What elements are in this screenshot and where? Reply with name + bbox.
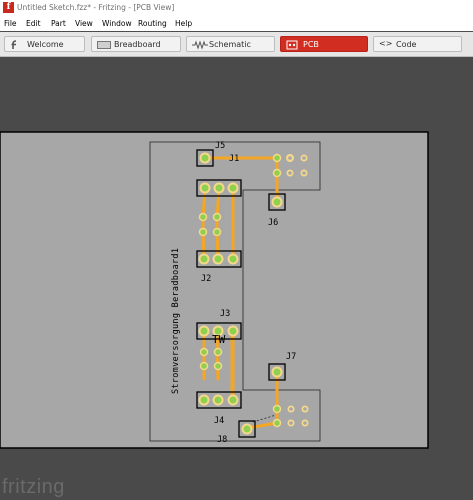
menu-help[interactable]: Help xyxy=(175,19,192,28)
tab-welcome-label: Welcome xyxy=(27,40,64,49)
menu-bar: File Edit Part View Window Routing Help xyxy=(0,16,473,31)
label-j3: J3 xyxy=(220,309,230,319)
label-j7: J7 xyxy=(286,352,296,362)
pcb-icon xyxy=(286,40,298,52)
menu-routing[interactable]: Routing xyxy=(138,19,167,28)
tab-welcome[interactable]: Welcome xyxy=(4,36,85,52)
fritzing-app-icon: f xyxy=(3,2,14,13)
pcb-canvas[interactable]: J5 J1 J6 J2 J3 TW J7 J4 J8 Stromversorgu… xyxy=(0,57,473,500)
schematic-icon xyxy=(192,40,208,52)
code-icon: <> xyxy=(379,39,393,48)
label-j2: J2 xyxy=(201,274,211,284)
fritzing-logo: fritzing xyxy=(2,476,65,498)
breadboard-icon xyxy=(97,40,111,52)
tab-breadboard-label: Breadboard xyxy=(114,40,161,49)
menu-view[interactable]: View xyxy=(75,19,93,28)
label-j6: J6 xyxy=(268,218,278,228)
tab-code[interactable]: <> Code xyxy=(373,36,462,52)
title-bar: f Untitled Sketch.fzz* - Fritzing - [PCB… xyxy=(0,0,473,16)
tab-schematic-label: Schematic xyxy=(209,40,251,49)
label-j1: J1 xyxy=(229,154,239,164)
label-j5: J5 xyxy=(215,141,225,151)
menu-edit[interactable]: Edit xyxy=(26,19,41,28)
tab-code-label: Code xyxy=(396,40,417,49)
label-j4: J4 xyxy=(214,416,224,426)
board-title-label: Stromversorgung Beradboard1 xyxy=(171,248,181,394)
menu-part[interactable]: Part xyxy=(51,19,66,28)
menu-window[interactable]: Window xyxy=(102,19,132,28)
view-tab-bar: Welcome Breadboard Schematic PCB <> Code xyxy=(0,32,473,57)
label-logo-tw: TW xyxy=(212,333,226,346)
pcb-drawing: J5 J1 J6 J2 J3 TW J7 J4 J8 Stromversorgu… xyxy=(0,131,429,449)
tab-breadboard[interactable]: Breadboard xyxy=(91,36,181,52)
tab-pcb-label: PCB xyxy=(303,40,319,49)
tab-pcb[interactable]: PCB xyxy=(280,36,368,52)
fritzing-icon xyxy=(10,40,20,52)
menu-file[interactable]: File xyxy=(4,19,17,28)
tab-schematic[interactable]: Schematic xyxy=(186,36,275,52)
label-j8: J8 xyxy=(217,435,227,445)
window-title: Untitled Sketch.fzz* - Fritzing - [PCB V… xyxy=(17,3,175,12)
